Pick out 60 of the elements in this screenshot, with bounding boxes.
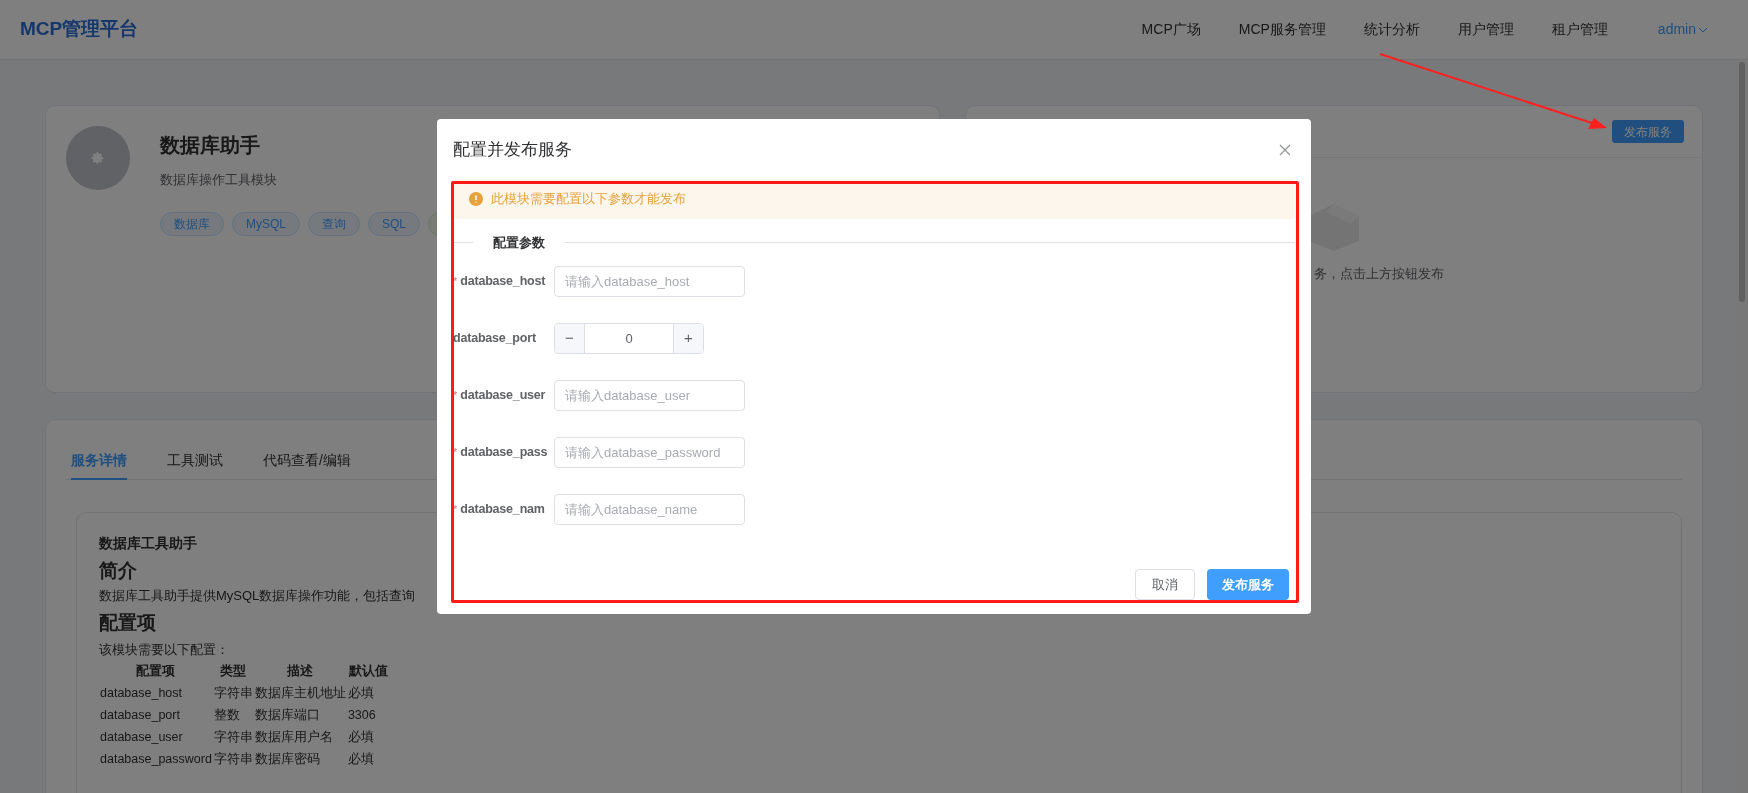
logo[interactable]: MCP管理平台 — [20, 15, 139, 44]
nav-link[interactable]: 统计分析 — [1363, 19, 1420, 40]
text-input[interactable]: 请输入database_name — [554, 494, 745, 525]
module-description: 数据库操作工具模块 — [160, 171, 277, 189]
number-value: 0 — [624, 329, 634, 348]
alert-text: 此模块需要配置以下参数才能发布 — [491, 189, 686, 208]
table-cell-text: 数据库主机地址 — [253, 684, 347, 702]
empty-text: 务，点击上方按钮发布 — [1313, 265, 1444, 283]
section-heading: 简介 — [99, 559, 137, 583]
table-cell-text: 整数 — [212, 706, 241, 724]
text-input[interactable]: 请输入database_host — [554, 266, 745, 297]
table-cell-text: 字符串 — [212, 728, 254, 746]
submit-button[interactable]: 发布服务 — [1207, 569, 1289, 600]
tag: MySQL — [232, 211, 300, 236]
close-icon[interactable] — [1279, 143, 1291, 156]
table-cell-text: 数据库用户名 — [253, 728, 334, 746]
increment-button[interactable]: + — [673, 324, 703, 353]
tag: 数据库 — [160, 211, 224, 236]
field-label: database_user — [460, 387, 546, 405]
column-header: 配置项 — [135, 662, 177, 680]
table-cell-text: 字符串 — [212, 750, 254, 768]
dialog-title: 配置并发布服务 — [453, 139, 572, 161]
tab[interactable]: 工具测试 — [167, 442, 223, 480]
table-cell-text: 字符串 — [212, 684, 254, 702]
config-note: 该模块需要以下配置： — [99, 640, 229, 659]
table-cell-text: database_user — [99, 728, 184, 746]
intro-text: 数据库工具助手提供MySQL数据库操作功能，包括查询 — [99, 586, 416, 605]
section-heading: 配置项 — [99, 611, 156, 635]
table-cell-text: database_password — [99, 750, 213, 768]
text-input[interactable]: 请输入database_user — [554, 380, 745, 411]
text-input[interactable]: 请输入database_password — [554, 437, 745, 468]
field-label: database_pass — [460, 444, 548, 462]
nav-link[interactable]: MCP服务管理 — [1238, 19, 1326, 40]
field-label: database_host — [460, 273, 546, 291]
readme-title: 数据库工具助手 — [99, 534, 197, 553]
column-header: 默认值 — [347, 662, 389, 680]
column-header: 描述 — [286, 662, 315, 680]
column-header: 类型 — [219, 662, 248, 680]
table-cell-text: 必填 — [346, 684, 375, 702]
field-label: database_nam — [460, 501, 545, 519]
tag: 查询 — [308, 211, 360, 236]
nav-link[interactable]: 用户管理 — [1457, 19, 1514, 40]
tab[interactable]: 代码查看/编辑 — [263, 442, 351, 480]
field-label: database_port — [453, 330, 536, 348]
table-cell-text: 数据库密码 — [253, 750, 321, 768]
table-cell-text: 必填 — [346, 750, 375, 768]
table-cell-text: database_host — [99, 684, 183, 702]
number-stepper[interactable]: − 0 + — [554, 323, 704, 354]
table-cell-text: 数据库端口 — [253, 706, 321, 724]
section-title: 配置参数 — [492, 233, 546, 252]
table-cell-text: 必填 — [346, 728, 375, 746]
gear-icon — [91, 151, 105, 165]
table-cell-text: database_port — [99, 706, 181, 724]
module-title: 数据库助手 — [160, 133, 260, 158]
table-cell-text: 3306 — [346, 706, 377, 724]
nav-link[interactable]: MCP广场 — [1141, 19, 1201, 40]
tag: SQL — [368, 211, 421, 236]
warning-icon — [469, 191, 483, 206]
nav-link[interactable]: 租户管理 — [1551, 19, 1608, 40]
decrement-button[interactable]: − — [555, 324, 585, 353]
